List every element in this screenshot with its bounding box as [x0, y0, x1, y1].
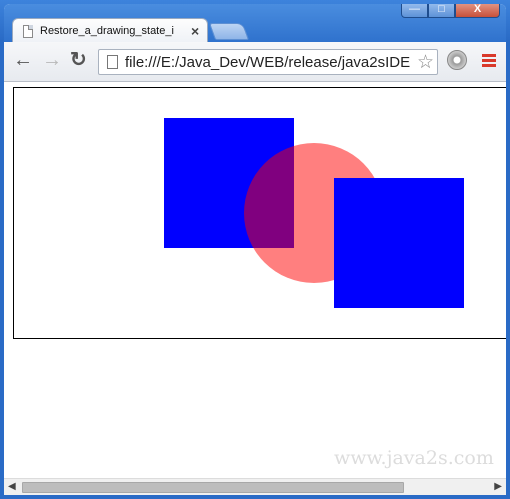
browser-toolbar: ← → ↻ file:///E:/Java_Dev/WEB/release/ja… [4, 42, 506, 82]
page-content: www.java2s.com [4, 82, 506, 478]
drawing-canvas [13, 87, 506, 339]
menu-icon-bar [482, 54, 496, 57]
tab-strip: Restore_a_drawing_state_i × — □ X [4, 4, 506, 44]
maximize-button[interactable]: □ [428, 4, 455, 18]
browser-frame: Restore_a_drawing_state_i × — □ X ← → ↻ … [4, 4, 506, 495]
scroll-right-icon[interactable]: ▶ [494, 481, 502, 492]
close-button[interactable]: X [455, 4, 500, 18]
canvas-svg [164, 118, 464, 308]
back-icon[interactable]: ← [13, 50, 33, 70]
menu-icon-bar [482, 64, 496, 67]
watermark-text: www.java2s.com [334, 447, 494, 469]
page-icon [23, 25, 33, 38]
forward-icon[interactable]: → [42, 50, 62, 70]
window-controls: — □ X [401, 4, 500, 20]
tab-title: Restore_a_drawing_state_i [40, 25, 174, 37]
browser-window: Restore_a_drawing_state_i × — □ X ← → ↻ … [0, 0, 510, 499]
menu-icon-bar [482, 59, 496, 62]
scroll-left-icon[interactable]: ◀ [8, 481, 16, 492]
minimize-button[interactable]: — [401, 4, 428, 18]
tab-close-icon[interactable]: × [191, 23, 199, 39]
menu-icon[interactable] [482, 54, 496, 67]
extension-icon[interactable] [447, 50, 467, 70]
horizontal-scrollbar[interactable]: ◀ ▶ [4, 478, 506, 495]
reload-icon[interactable]: ↻ [70, 50, 87, 70]
new-tab-button[interactable] [208, 23, 250, 40]
scrollbar-thumb[interactable] [22, 482, 404, 493]
address-url[interactable]: file:///E:/Java_Dev/WEB/release/java2sID… [125, 54, 415, 71]
address-bar[interactable]: file:///E:/Java_Dev/WEB/release/java2sID… [98, 49, 438, 75]
bookmark-star-icon[interactable]: ☆ [417, 51, 434, 74]
document-icon [107, 55, 118, 69]
tab-active[interactable]: Restore_a_drawing_state_i × [12, 18, 208, 44]
blue-square-right [334, 178, 464, 308]
